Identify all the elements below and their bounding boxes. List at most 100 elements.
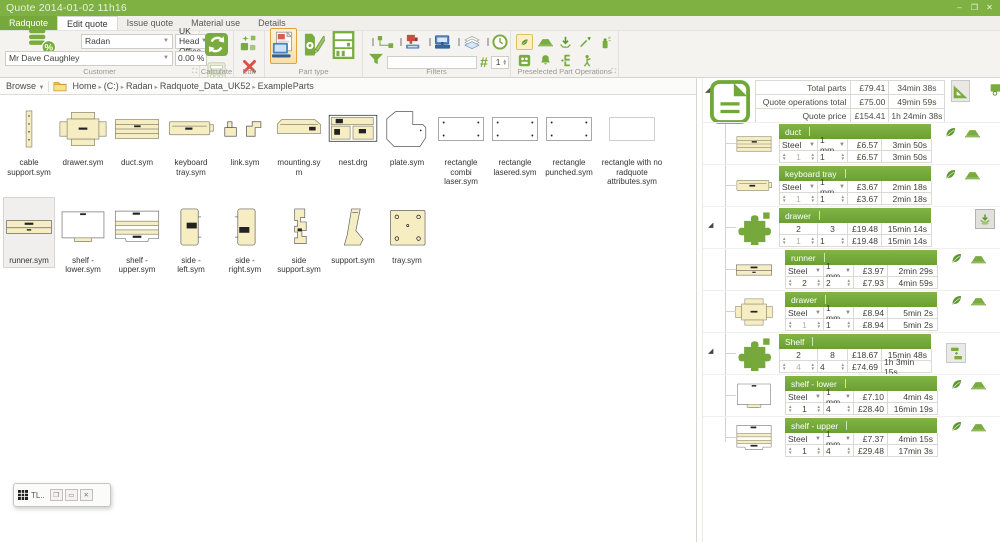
thickness-select[interactable]: 1 mm▼ (818, 181, 848, 193)
material-select[interactable]: Steel▼ (786, 307, 824, 319)
quantity-per-assembly-spinner[interactable]: ▲▼1▲▼ (786, 319, 824, 331)
breadcrumb-item[interactable]: Radquote_Data_UK52 (159, 81, 252, 91)
file-item[interactable]: rectangle punched.sym (543, 99, 595, 180)
file-item[interactable]: rectangle with no radquote attributes.sy… (597, 99, 667, 190)
fold-operation-icon[interactable] (971, 296, 986, 308)
spinner-arrows-icon[interactable]: ▲▼ (847, 279, 851, 286)
filter-checkbox-punch-machine[interactable] (400, 38, 402, 46)
thickness-select[interactable]: 1 mm▼ (824, 391, 854, 403)
file-item[interactable]: runner.sym (3, 197, 55, 269)
tree-expander-icon[interactable]: ◢ (708, 347, 713, 355)
add-part-button[interactable] (239, 33, 259, 58)
group-header[interactable]: Shelf (779, 334, 931, 349)
tree-expander-icon[interactable]: ◢ (708, 221, 713, 229)
breadcrumb-item[interactable]: ExampleParts (257, 81, 315, 91)
spinner-arrows-icon[interactable]: ▲▼ (788, 279, 792, 286)
fold-operation-icon[interactable] (965, 170, 980, 182)
group-thumbnail[interactable] (731, 208, 777, 248)
widget-restore-button[interactable]: ❐ (50, 489, 63, 501)
file-item[interactable]: support.sym (327, 197, 379, 269)
spinner-arrows-icon[interactable]: ▲▼ (817, 279, 821, 286)
material-select[interactable]: Steel▼ (780, 181, 818, 193)
thickness-select[interactable]: 1 mm▼ (818, 139, 848, 151)
quantity-per-assembly-spinner[interactable]: ▲▼2▲▼ (786, 277, 824, 289)
measure-tool-button[interactable] (951, 80, 970, 102)
breadcrumb-item[interactable]: (C:) (103, 81, 120, 91)
spinner-arrows-icon[interactable]: ▲▼ (847, 321, 851, 328)
calculate-refresh-button[interactable] (205, 33, 228, 61)
total-quantity-spinner[interactable]: 2▲▼ (824, 277, 854, 289)
spinner-arrows-icon[interactable]: ▲▼ (788, 447, 792, 454)
op-unload-button[interactable] (558, 34, 574, 50)
profile-operation-icon[interactable] (950, 420, 963, 435)
spinner-arrows-icon[interactable]: ▲▼ (817, 405, 821, 412)
group-thumbnail[interactable] (731, 250, 777, 290)
group-header[interactable]: drawer (779, 208, 931, 223)
profile-operation-icon[interactable] (944, 126, 957, 141)
material-select[interactable]: Steel▼ (780, 139, 818, 151)
part-type-assemblies-button[interactable] (300, 28, 327, 64)
file-item[interactable]: cable support.sym (3, 99, 55, 180)
spinner-arrows-icon[interactable]: ▲▼ (841, 195, 845, 202)
minimize-icon[interactable]: – (952, 0, 967, 16)
spinner-arrows-icon[interactable]: ▲▼ (817, 321, 821, 328)
fold-operation-icon[interactable] (971, 254, 986, 266)
total-quantity-spinner[interactable]: 4▲▼ (824, 403, 854, 415)
spinner-arrows-icon[interactable]: ▲▼ (782, 237, 786, 244)
file-item[interactable]: drawer.sym (57, 99, 109, 171)
spinner-arrows-icon[interactable]: ▲▼ (811, 363, 815, 370)
op-profile-button[interactable] (516, 34, 533, 50)
insert-icon[interactable] (975, 209, 995, 229)
delivery-truck-icon[interactable] (990, 83, 1000, 96)
thickness-select[interactable]: 1 mm▼ (824, 307, 854, 319)
quantity-per-assembly-spinner[interactable]: ▲▼4▲▼ (780, 361, 818, 373)
thickness-select[interactable]: 1 mm▼ (824, 265, 854, 277)
total-quantity-spinner[interactable]: 4▲▼ (824, 445, 854, 457)
op-coat-button[interactable] (597, 34, 613, 50)
customer-company-select[interactable]: Radan▼ (81, 34, 173, 49)
material-select[interactable]: Steel▼ (786, 265, 824, 277)
group-header[interactable]: drawer (785, 292, 937, 307)
spinner-arrows-icon[interactable]: ▲▼ (817, 447, 821, 454)
link-parts-icon[interactable] (377, 35, 394, 49)
file-item[interactable]: side support.sym (273, 197, 325, 278)
maximize-icon[interactable]: ❐ (967, 0, 982, 16)
breadcrumb-item[interactable]: Radan (125, 81, 154, 91)
widget-minimize-button[interactable]: ▭ (65, 489, 78, 501)
spinner-arrows-icon[interactable]: ▲▼ (788, 405, 792, 412)
group-thumbnail[interactable] (731, 166, 777, 206)
quantity-per-assembly-spinner[interactable]: ▲▼1▲▼ (786, 445, 824, 457)
tab-issue-quote[interactable]: Issue quote (118, 16, 183, 30)
floating-toolbar[interactable]: TL.. ❐▭✕ (13, 483, 111, 507)
op-bend-button[interactable] (558, 52, 575, 68)
total-quantity-spinner[interactable]: 1▲▼ (818, 235, 848, 247)
fold-operation-icon[interactable] (965, 128, 980, 140)
material-select[interactable]: Steel▼ (786, 433, 824, 445)
op-punch-button[interactable] (516, 52, 533, 68)
total-quantity-spinner[interactable]: 1▲▼ (818, 151, 848, 163)
file-item[interactable]: rectangle lasered.sym (489, 99, 541, 180)
file-item[interactable]: keyboard tray.sym (165, 99, 217, 180)
file-item[interactable]: duct.sym (111, 99, 163, 171)
sequence-icon[interactable] (946, 343, 966, 363)
breadcrumb-item[interactable]: Home (71, 81, 97, 91)
widget-close-button[interactable]: ✕ (80, 489, 93, 501)
filter-checkbox-link-parts[interactable] (372, 38, 374, 46)
group-header[interactable]: runner (785, 250, 937, 265)
file-item[interactable]: side - left.sym (165, 197, 217, 278)
group-thumbnail[interactable] (731, 376, 777, 416)
total-quantity-spinner[interactable]: 4▲▼ (818, 361, 848, 373)
fold-operation-icon[interactable] (971, 422, 986, 434)
quantity-per-assembly-spinner[interactable]: ▲▼1▲▼ (780, 235, 818, 247)
spinner-arrows-icon[interactable]: ▲▼ (782, 363, 786, 370)
group-thumbnail[interactable] (731, 124, 777, 164)
group-thumbnail[interactable] (731, 292, 777, 332)
recent-icon[interactable] (492, 34, 508, 50)
fold-operation-icon[interactable] (971, 380, 986, 392)
customer-contact-select[interactable]: Mr Dave Caughley▼ (5, 51, 173, 66)
close-icon[interactable]: ✕ (982, 0, 997, 16)
quantity-per-assembly-spinner[interactable]: ▲▼1▲▼ (786, 403, 824, 415)
punch-machine-icon[interactable] (405, 34, 423, 50)
filter-checkbox-recent[interactable] (487, 38, 489, 46)
file-item[interactable]: nest.drg (327, 99, 379, 171)
